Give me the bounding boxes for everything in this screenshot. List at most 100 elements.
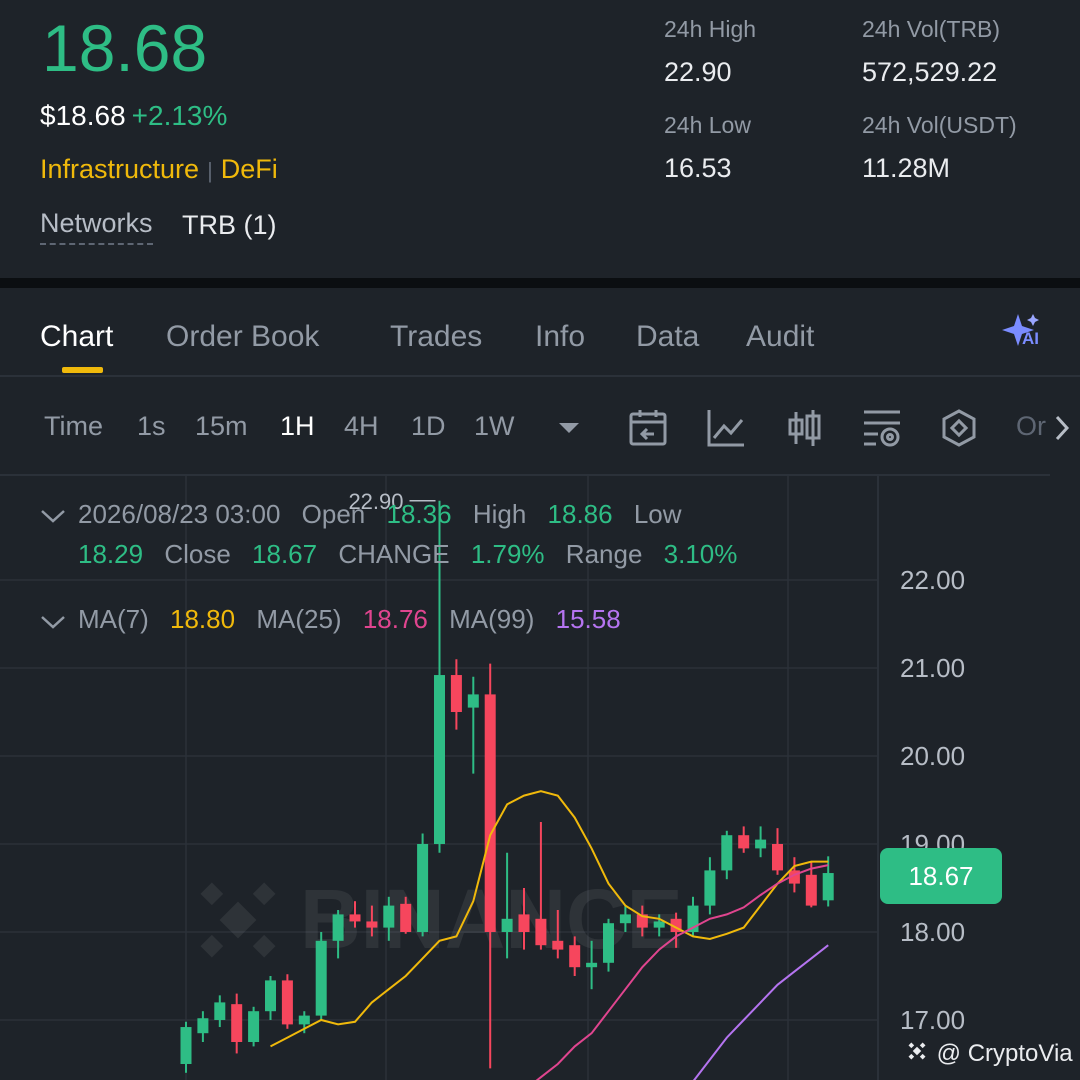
ohlc-datetime: 2026/08/23 03:00 — [78, 499, 281, 529]
tag-defi[interactable]: DeFi — [221, 154, 278, 184]
vol-quote-label: 24h Vol(USDT) — [862, 112, 1017, 138]
candle-body — [450, 675, 462, 712]
usd-price-row: $18.68 +2.13% — [40, 100, 227, 132]
line-chart-icon[interactable] — [706, 408, 746, 453]
range-label: Range — [565, 539, 643, 569]
ohlc-row-1: 2026/08/23 03:00 Open 18.36 High 18.86 L… — [78, 499, 682, 530]
low-value: 16.53 — [664, 153, 732, 183]
interval-1w[interactable]: 1W — [474, 411, 515, 442]
candle-body — [552, 940, 564, 950]
range-value: 3.10% — [663, 539, 738, 569]
watermark-text: @ CryptoVia — [936, 1039, 1073, 1067]
candle-body — [265, 980, 276, 1012]
candle-body — [619, 914, 631, 924]
close-label: Close — [164, 539, 231, 569]
collapse-ma-chevron-icon[interactable] — [40, 612, 66, 637]
candle-body — [281, 980, 293, 1025]
price-tick-label: 18.00 — [900, 917, 965, 947]
candle-body — [501, 918, 513, 932]
ma7-label: MA(7) — [78, 604, 149, 634]
binance-logo-icon — [904, 1038, 930, 1071]
candles — [180, 500, 834, 1073]
ai-badge: AI — [1022, 329, 1039, 348]
high-label-ohlc: High — [472, 499, 527, 529]
networks-label[interactable]: Networks — [40, 208, 153, 245]
tab-chart[interactable]: Chart — [40, 320, 113, 354]
interval-4h[interactable]: 4H — [344, 411, 379, 442]
calendar-back-icon[interactable] — [628, 408, 668, 453]
candle-body — [248, 1011, 260, 1042]
candle-body — [349, 914, 361, 922]
collapse-ohlc-chevron-icon[interactable] — [40, 506, 66, 531]
indicator-settings-icon[interactable] — [862, 408, 902, 453]
interval-1s[interactable]: 1s — [137, 411, 166, 442]
price-tick-label: 21.00 — [900, 653, 965, 683]
vol-base-value: 572,529.22 — [862, 57, 998, 87]
open-label: Open — [301, 499, 366, 529]
interval-1d[interactable]: 1D — [411, 411, 446, 442]
interval-1h[interactable]: 1H — [280, 411, 315, 442]
tab-info[interactable]: Info — [535, 320, 585, 354]
vol-quote-value: 11.28M — [862, 153, 951, 183]
price-axis: 22.0021.0020.0019.0018.0017.00 — [900, 565, 965, 1035]
candle-body — [484, 694, 496, 932]
candle-body — [738, 835, 750, 849]
source-watermark: @ CryptoVia — [904, 1038, 1073, 1071]
hexagon-icon[interactable] — [941, 408, 977, 453]
chevron-right-icon[interactable] — [1052, 414, 1072, 447]
candle-body — [315, 940, 327, 1016]
tag-separator: | — [207, 158, 213, 183]
networks-value: TRB (1) — [182, 210, 277, 240]
candle-body — [586, 962, 598, 968]
price-change: +2.13% — [131, 100, 228, 131]
tab-data[interactable]: Data — [636, 320, 699, 354]
candle-body — [366, 921, 378, 928]
close-value: 18.67 — [252, 539, 318, 569]
candlestick-icon[interactable] — [786, 408, 822, 453]
low-label-ohlc: Low — [633, 499, 682, 529]
price-tick-label: 22.00 — [900, 565, 965, 595]
candle-body — [805, 874, 817, 906]
candle-body — [772, 844, 783, 871]
candle-body — [822, 873, 834, 901]
last-price: 18.68 — [42, 11, 208, 85]
change-label: CHANGE — [338, 539, 450, 569]
high-label: 24h High — [664, 16, 757, 42]
ma-row: MA(7) 18.80 MA(25) 18.76 MA(99) 15.58 — [78, 604, 621, 635]
candle-body — [569, 945, 581, 968]
candle-body — [467, 694, 479, 708]
high-value: 22.90 — [664, 57, 732, 87]
ai-sparkle-icon[interactable]: AI — [1000, 312, 1044, 352]
tab-trades[interactable]: Trades — [390, 320, 482, 354]
more-tools-label[interactable]: Or — [1016, 411, 1046, 442]
candle-body — [653, 921, 665, 928]
ma99-line — [692, 944, 829, 1080]
candle-body — [214, 1002, 226, 1020]
price-tick-label: 17.00 — [900, 1005, 965, 1035]
interval-15m[interactable]: 15m — [195, 411, 248, 442]
tag-infrastructure[interactable]: Infrastructure — [40, 154, 199, 184]
vol-base-label: 24h Vol(TRB) — [862, 16, 1001, 42]
candle-body — [417, 844, 429, 932]
candle-body — [298, 1015, 310, 1025]
time-label[interactable]: Time — [44, 411, 103, 442]
ma25-label: MA(25) — [256, 604, 342, 634]
price-tick-label: 20.00 — [900, 741, 965, 771]
low-value-ohlc: 18.29 — [78, 539, 144, 569]
binance-watermark: BINANCE — [200, 872, 683, 966]
ma7-value: 18.80 — [170, 604, 236, 634]
candle-body — [603, 923, 614, 963]
open-value: 18.36 — [386, 499, 452, 529]
tab-order-book[interactable]: Order Book — [166, 320, 319, 354]
candle-body — [755, 839, 767, 849]
high-value-ohlc: 18.86 — [547, 499, 613, 529]
candle-body — [332, 914, 344, 941]
ma99-value: 15.58 — [555, 604, 621, 634]
ohlc-row-2: 18.29 Close 18.67 CHANGE 1.79% Range 3.1… — [78, 539, 737, 570]
low-label: 24h Low — [664, 112, 751, 138]
candle-body — [383, 905, 395, 928]
tab-audit[interactable]: Audit — [746, 320, 814, 354]
candle-body — [518, 914, 530, 932]
chevron-down-icon[interactable] — [556, 418, 582, 443]
section-divider — [0, 278, 1080, 288]
